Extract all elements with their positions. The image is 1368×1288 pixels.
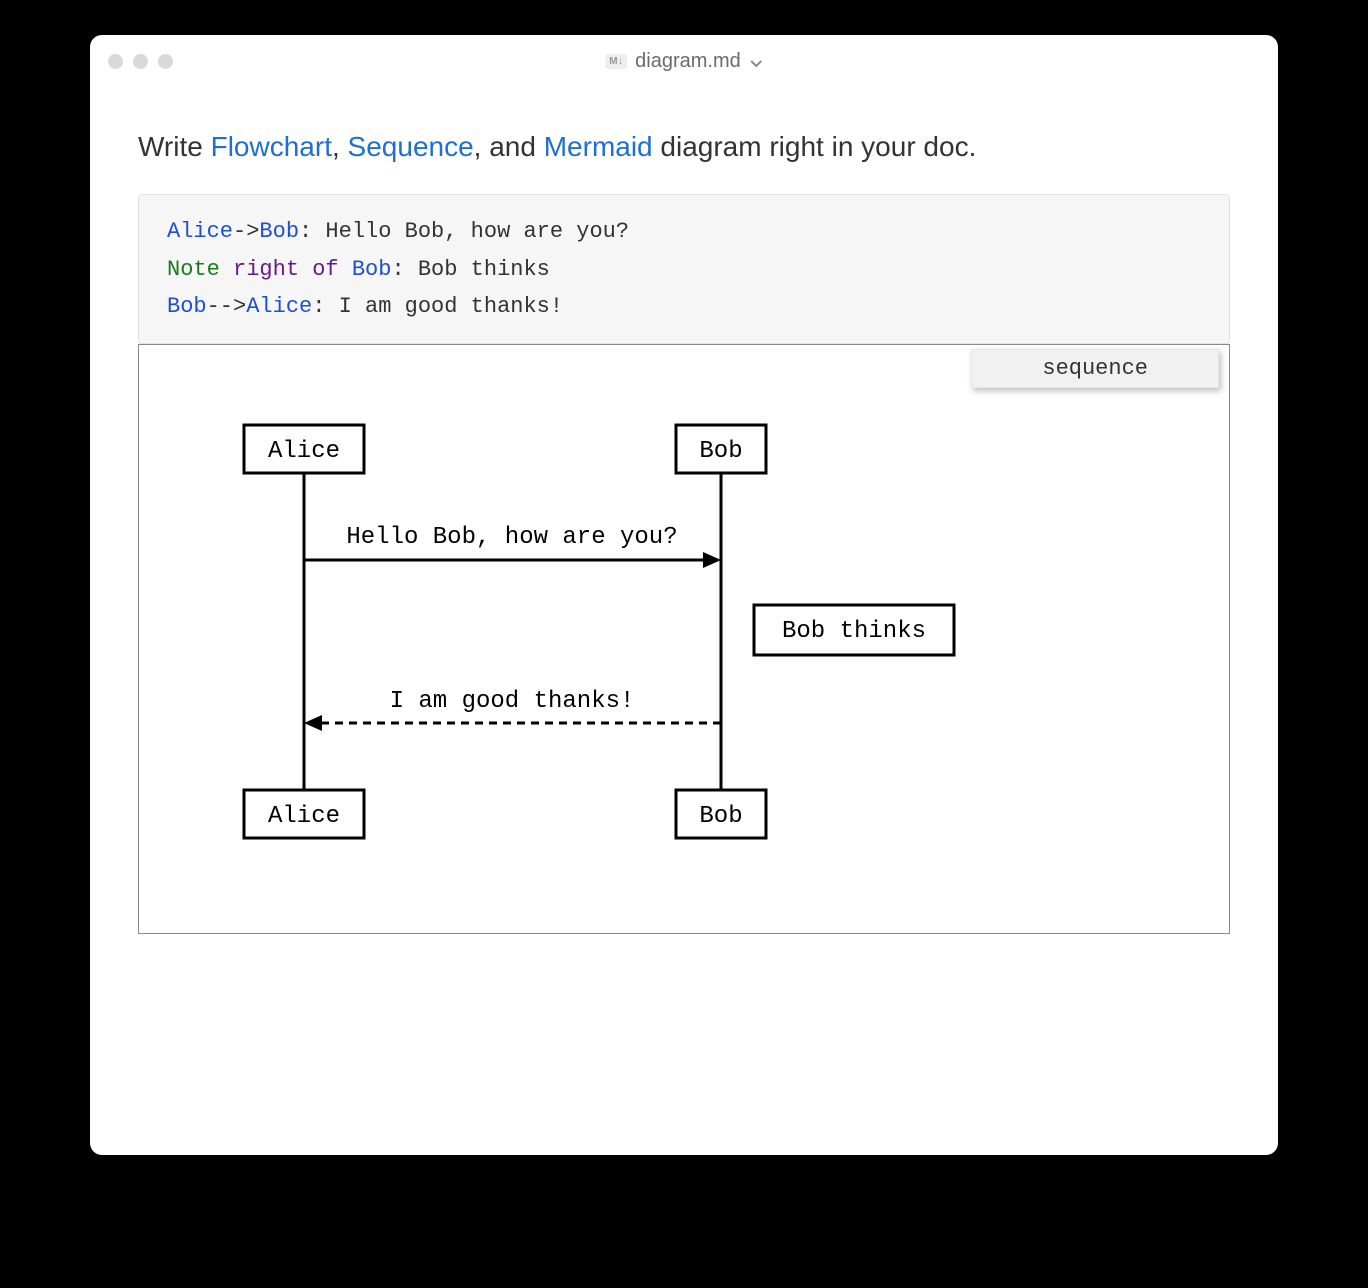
arrowhead-icon (703, 552, 721, 568)
app-window: M↓ diagram.md Write Flowchart, Sequence,… (90, 35, 1278, 1155)
code-arrow: --> (207, 294, 247, 319)
sequence-diagram: Alice Bob Hello Bob, how are you? Bob th… (179, 415, 1079, 915)
intro-text: Write (138, 131, 211, 162)
code-actor: Bob (259, 219, 299, 244)
minimize-window-button[interactable] (133, 54, 148, 69)
code-text: : I am good thanks! (312, 294, 563, 319)
note-label: Bob thinks (782, 618, 926, 645)
chevron-down-icon (749, 54, 763, 68)
code-actor: Bob (352, 257, 392, 282)
code-actor: Alice (246, 294, 312, 319)
actor-label: Bob (699, 803, 742, 830)
intro-text: , and (474, 131, 544, 162)
filename-label: diagram.md (635, 50, 741, 73)
titlebar[interactable]: M↓ diagram.md (90, 35, 1278, 87)
actor-label: Alice (268, 438, 340, 465)
code-block[interactable]: Alice->Bob: Hello Bob, how are you? Note… (138, 194, 1230, 344)
actor-label: Bob (699, 438, 742, 465)
mermaid-link[interactable]: Mermaid (544, 131, 653, 162)
markdown-file-icon: M↓ (605, 54, 627, 69)
code-actor: Alice (167, 219, 233, 244)
diagram-output-panel: sequence Alice Bob Hello Bob, how are yo… (138, 344, 1230, 934)
title-dropdown[interactable]: M↓ diagram.md (605, 50, 763, 73)
message-label: I am good thanks! (390, 688, 635, 715)
code-keyword: right of (233, 257, 339, 282)
code-arrow: -> (233, 219, 259, 244)
arrowhead-icon (304, 715, 322, 731)
actor-label: Alice (268, 803, 340, 830)
close-window-button[interactable] (108, 54, 123, 69)
editor-content[interactable]: Write Flowchart, Sequence, and Mermaid d… (90, 87, 1278, 974)
code-keyword: Note (167, 257, 220, 282)
code-actor: Bob (167, 294, 207, 319)
code-text: : Bob thinks (391, 257, 549, 282)
window-controls (108, 54, 173, 69)
message-label: Hello Bob, how are you? (346, 524, 677, 551)
intro-text: , (332, 131, 348, 162)
diagram-language-label[interactable]: sequence (971, 349, 1219, 388)
code-text: : Hello Bob, how are you? (299, 219, 629, 244)
sequence-link[interactable]: Sequence (348, 131, 474, 162)
zoom-window-button[interactable] (158, 54, 173, 69)
intro-text: diagram right in your doc. (653, 131, 977, 162)
intro-paragraph: Write Flowchart, Sequence, and Mermaid d… (138, 127, 1230, 166)
flowchart-link[interactable]: Flowchart (211, 131, 332, 162)
